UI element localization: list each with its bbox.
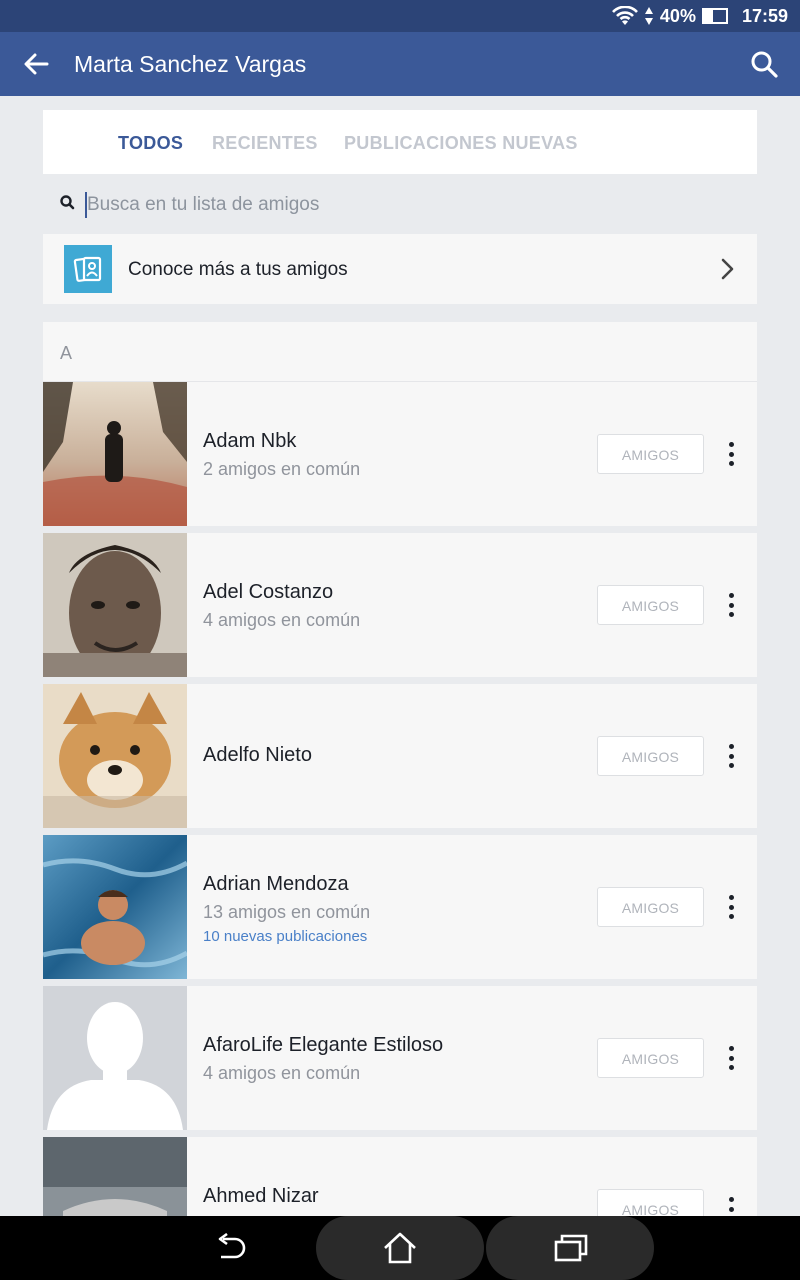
friend-name[interactable]: Adelfo Nieto xyxy=(203,744,312,767)
friend-name[interactable]: Ahmed Nizar xyxy=(203,1185,319,1208)
friend-row[interactable]: Adel Costanzo 4 amigos en común AMIGOS xyxy=(43,533,757,677)
status-bar: 40% 17:59 xyxy=(0,0,800,32)
friend-name[interactable]: AfaroLife Elegante Estiloso xyxy=(203,1034,443,1057)
search-input[interactable] xyxy=(87,188,727,222)
more-options-icon[interactable] xyxy=(719,893,743,921)
page-title: Marta Sanchez Vargas xyxy=(74,51,307,77)
system-nav-bar xyxy=(0,1216,800,1280)
tab-publicaciones-nuevas[interactable]: PUBLICACIONES NUEVAS xyxy=(344,110,578,174)
friend-name[interactable]: Adam Nbk xyxy=(203,430,296,453)
section-letter: A xyxy=(60,343,73,363)
avatar[interactable] xyxy=(43,684,187,828)
data-arrows-icon xyxy=(644,7,653,25)
friend-row[interactable]: AfaroLife Elegante Estiloso 4 amigos en … xyxy=(43,986,757,1130)
back-nav-icon[interactable] xyxy=(210,1228,250,1268)
friends-button[interactable]: AMIGOS xyxy=(597,585,704,625)
battery-icon xyxy=(701,8,728,24)
more-options-icon[interactable] xyxy=(719,591,743,619)
tab-bar: TODOS RECIENTES PUBLICACIONES NUEVAS xyxy=(43,110,757,174)
more-options-icon[interactable] xyxy=(719,440,743,468)
wifi-icon xyxy=(611,6,638,25)
friend-row[interactable]: Adrian Mendoza 13 amigos en común 10 nue… xyxy=(43,835,757,979)
discover-friends-row[interactable]: Conoce más a tus amigos xyxy=(43,234,757,304)
mutual-friends: 13 amigos en común xyxy=(203,902,371,922)
tab-recientes[interactable]: RECIENTES xyxy=(212,110,318,174)
clock: 17:59 xyxy=(741,5,788,26)
mutual-friends: 2 amigos en común xyxy=(203,459,361,479)
app-bar: Marta Sanchez Vargas xyxy=(0,32,800,96)
avatar[interactable] xyxy=(43,835,187,979)
recents-nav-icon[interactable] xyxy=(550,1228,590,1268)
mutual-friends: 4 amigos en común xyxy=(203,610,361,630)
avatar[interactable] xyxy=(43,382,187,526)
friends-button[interactable]: AMIGOS xyxy=(597,736,704,776)
friend-row[interactable]: Adelfo Nieto AMIGOS xyxy=(43,684,757,828)
friend-name[interactable]: Adel Costanzo xyxy=(203,581,333,604)
search-small-icon xyxy=(60,195,75,210)
discover-label: Conoce más a tus amigos xyxy=(128,259,348,280)
chevron-right-icon xyxy=(721,258,734,280)
new-posts-link[interactable]: 10 nuevas publicaciones xyxy=(203,928,367,945)
friends-button[interactable]: AMIGOS xyxy=(597,887,704,927)
friend-name[interactable]: Adrian Mendoza xyxy=(203,873,349,896)
home-nav-icon[interactable] xyxy=(380,1228,420,1268)
avatar[interactable] xyxy=(43,533,187,677)
more-options-icon[interactable] xyxy=(719,1044,743,1072)
avatar[interactable] xyxy=(43,986,187,1130)
section-header: A xyxy=(43,322,757,382)
friends-cards-icon xyxy=(64,245,112,293)
mutual-friends: 4 amigos en común xyxy=(203,1063,361,1083)
friends-button[interactable]: AMIGOS xyxy=(597,434,704,474)
search-icon[interactable] xyxy=(746,46,782,82)
friend-row[interactable]: Adam Nbk 2 amigos en común AMIGOS xyxy=(43,382,757,526)
battery-percent: 40% xyxy=(659,5,696,26)
friends-button[interactable]: AMIGOS xyxy=(597,1038,704,1078)
back-arrow-icon[interactable] xyxy=(18,46,54,82)
more-options-icon[interactable] xyxy=(719,742,743,770)
tab-todos[interactable]: TODOS xyxy=(118,110,183,174)
friend-search xyxy=(43,174,757,234)
